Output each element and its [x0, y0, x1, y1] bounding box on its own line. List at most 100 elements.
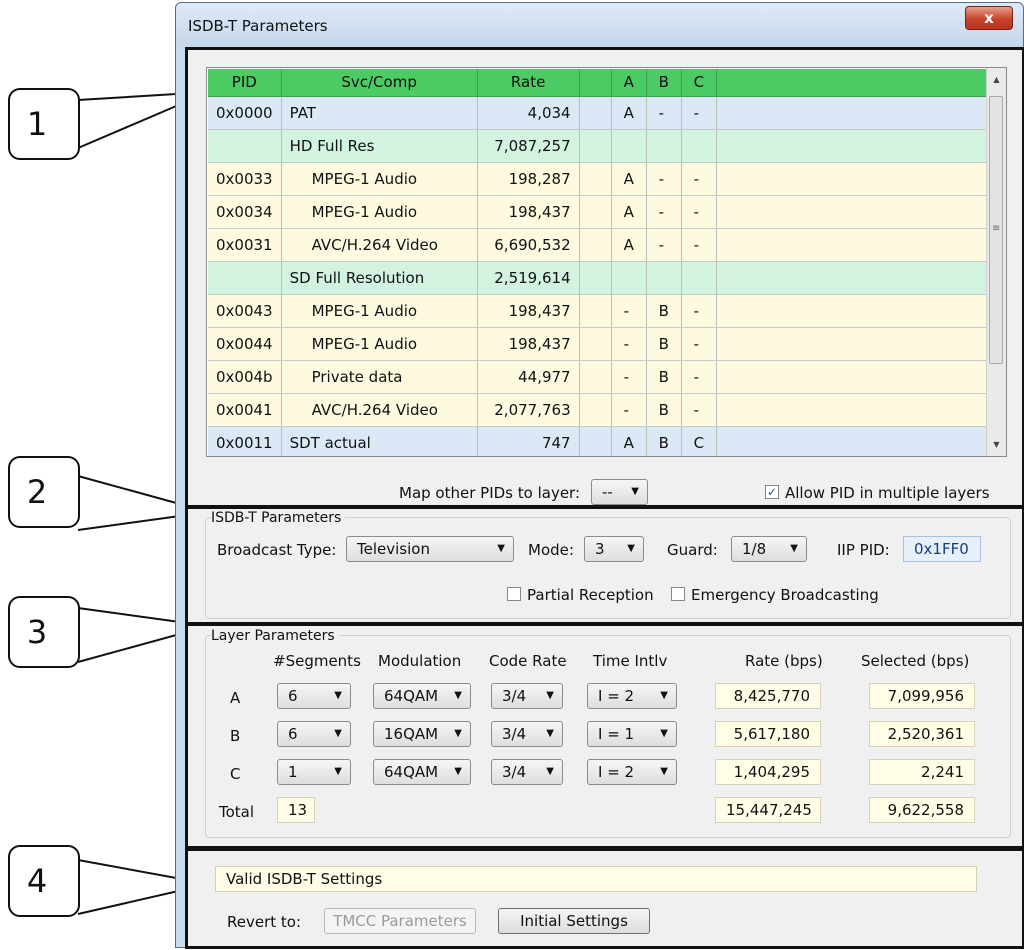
cell-layer-a[interactable]: A [611, 162, 647, 196]
layer-c-code-rate-select[interactable]: 3/4 ▼ [491, 759, 563, 785]
scroll-up-icon[interactable]: ▲ [987, 70, 1006, 89]
cell-rate: 7,087,257 [477, 129, 580, 163]
cell-layer-c[interactable]: C [681, 426, 717, 456]
layer-b-time-intlv-select[interactable]: I = 1 ▼ [587, 721, 677, 747]
emergency-broadcasting-checkbox[interactable] [671, 587, 685, 601]
layer-a-time-intlv-select[interactable]: I = 2 ▼ [587, 683, 677, 709]
cell-layer-b[interactable]: B [646, 360, 682, 394]
total-selected-field: 9,622,558 [869, 797, 975, 823]
cell-blank [579, 294, 612, 328]
cell-layer-a[interactable]: - [611, 327, 647, 361]
header-rate[interactable]: Rate [477, 69, 580, 97]
header-layer-b[interactable]: B [646, 69, 682, 97]
broadcast-type-select[interactable]: Television ▼ [346, 536, 514, 562]
chevron-down-icon: ▼ [546, 690, 554, 701]
table-row[interactable]: HD Full Res 7,087,257 [208, 129, 987, 163]
iip-pid-field[interactable]: 0x1FF0 [903, 536, 981, 562]
cell-blank [579, 261, 612, 295]
header-layer-c[interactable]: C [681, 69, 717, 97]
col-modulation: Modulation [378, 652, 462, 670]
table-row[interactable]: 0x0011 SDT actual 747 A B C [208, 426, 987, 456]
initial-settings-button[interactable]: Initial Settings [498, 908, 650, 934]
table-row[interactable]: 0x0044 MPEG-1 Audio 198,437 - B - [208, 327, 987, 361]
cell-layer-a[interactable]: - [611, 294, 647, 328]
cell-layer-a[interactable]: A [611, 96, 647, 130]
layer-b-segments-value: 6 [288, 725, 298, 743]
cell-layer-c[interactable]: - [681, 393, 717, 427]
total-rate-field: 15,447,245 [715, 797, 821, 823]
cell-layer-c[interactable] [681, 129, 717, 163]
cell-pid [208, 129, 282, 163]
title-bar[interactable]: ISDB-T Parameters x [176, 3, 1023, 47]
header-svc-comp[interactable]: Svc/Comp [281, 69, 478, 97]
layer-b-code-rate-select[interactable]: 3/4 ▼ [491, 721, 563, 747]
chevron-down-icon: ▼ [497, 543, 505, 554]
table-row[interactable]: 0x0034 MPEG-1 Audio 198,437 A - - [208, 195, 987, 229]
cell-layer-c[interactable]: - [681, 360, 717, 394]
cell-layer-b[interactable] [646, 261, 682, 295]
cell-layer-b[interactable] [646, 129, 682, 163]
cell-layer-b[interactable]: - [646, 162, 682, 196]
table-row[interactable]: SD Full Resolution 2,519,614 [208, 261, 987, 295]
cell-blank [579, 228, 612, 262]
layer-b-segments-select[interactable]: 6 ▼ [277, 721, 351, 747]
cell-pid: 0x0034 [208, 195, 282, 229]
layer-c-time-intlv-select[interactable]: I = 2 ▼ [587, 759, 677, 785]
close-button[interactable]: x [965, 6, 1013, 30]
cell-layer-c[interactable]: - [681, 195, 717, 229]
cell-layer-a[interactable]: A [611, 426, 647, 456]
total-segments-field: 13 [277, 797, 315, 823]
cell-layer-a[interactable] [611, 129, 647, 163]
cell-layer-c[interactable]: - [681, 294, 717, 328]
cell-rate: 4,034 [477, 96, 580, 130]
cell-layer-b[interactable]: B [646, 327, 682, 361]
scroll-thumb[interactable]: ≡ [989, 96, 1003, 364]
pid-grid[interactable]: PID Svc/Comp Rate A B C 0x0000 PAT 4,034… [206, 67, 1007, 457]
table-row[interactable]: 0x0033 MPEG-1 Audio 198,287 A - - [208, 162, 987, 196]
table-row[interactable]: 0x0031 AVC/H.264 Video 6,690,532 A - - [208, 228, 987, 262]
cell-layer-c[interactable] [681, 261, 717, 295]
callout-4: 4 [8, 845, 80, 917]
chevron-down-icon: ▼ [546, 766, 554, 777]
layer-a-code-rate-select[interactable]: 3/4 ▼ [491, 683, 563, 709]
status-message-field: Valid ISDB-T Settings [215, 866, 977, 892]
table-row[interactable]: 0x0043 MPEG-1 Audio 198,437 - B - [208, 294, 987, 328]
header-layer-a[interactable]: A [611, 69, 647, 97]
cell-blank [579, 129, 612, 163]
cell-layer-b[interactable]: - [646, 195, 682, 229]
table-row[interactable]: 0x0000 PAT 4,034 A - - [208, 96, 987, 130]
partial-reception-checkbox[interactable] [507, 587, 521, 601]
cell-layer-b[interactable]: B [646, 294, 682, 328]
cell-name: MPEG-1 Audio [281, 195, 478, 229]
layer-c-segments-select[interactable]: 1 ▼ [277, 759, 351, 785]
cell-layer-c[interactable]: - [681, 228, 717, 262]
grid-scrollbar[interactable]: ▲ ≡ ▼ [986, 68, 1006, 456]
table-row[interactable]: 0x0041 AVC/H.264 Video 2,077,763 - B - [208, 393, 987, 427]
cell-layer-a[interactable]: - [611, 360, 647, 394]
cell-layer-a[interactable]: A [611, 228, 647, 262]
cell-layer-b[interactable]: - [646, 96, 682, 130]
scroll-down-icon[interactable]: ▼ [987, 435, 1006, 454]
layer-a-segments-select[interactable]: 6 ▼ [277, 683, 351, 709]
cell-layer-c[interactable]: - [681, 96, 717, 130]
map-pids-select[interactable]: -- ▼ [591, 479, 648, 505]
layer-c-modulation-select[interactable]: 64QAM ▼ [373, 759, 471, 785]
cell-layer-b[interactable]: B [646, 426, 682, 456]
chevron-down-icon: ▼ [660, 690, 668, 701]
table-row[interactable]: 0x004b Private data 44,977 - B - [208, 360, 987, 394]
layer-a-modulation-select[interactable]: 64QAM ▼ [373, 683, 471, 709]
cell-layer-b[interactable]: B [646, 393, 682, 427]
guard-select[interactable]: 1/8 ▼ [731, 536, 807, 562]
tmcc-parameters-button[interactable]: TMCC Parameters [324, 908, 476, 934]
cell-layer-c[interactable]: - [681, 162, 717, 196]
cell-layer-a[interactable] [611, 261, 647, 295]
cell-name: Private data [281, 360, 478, 394]
layer-b-modulation-select[interactable]: 16QAM ▼ [373, 721, 471, 747]
cell-layer-a[interactable]: A [611, 195, 647, 229]
cell-layer-b[interactable]: - [646, 228, 682, 262]
cell-layer-c[interactable]: - [681, 327, 717, 361]
mode-select[interactable]: 3 ▼ [584, 536, 644, 562]
header-pid[interactable]: PID [208, 69, 282, 97]
allow-multi-checkbox[interactable]: ✓ [765, 485, 779, 499]
cell-layer-a[interactable]: - [611, 393, 647, 427]
